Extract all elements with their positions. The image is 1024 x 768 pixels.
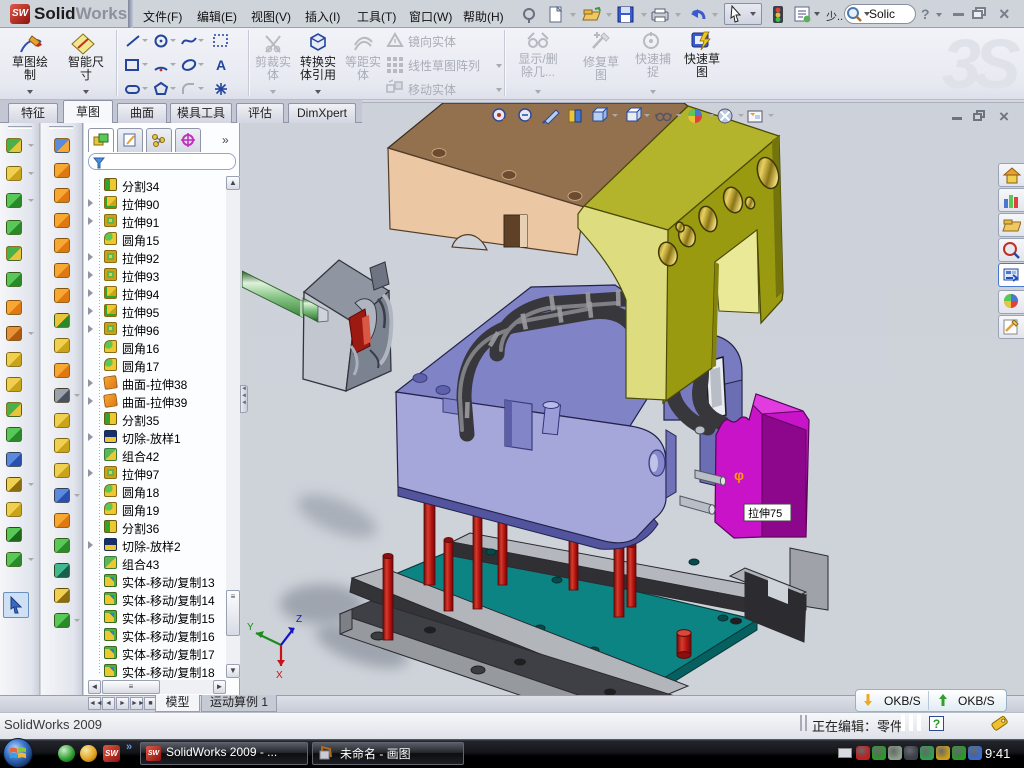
svg-text:A: A: [216, 57, 226, 73]
svg-text:拉伸75: 拉伸75: [748, 506, 782, 520]
svg-text:Z: Z: [296, 614, 302, 625]
svg-text:Y: Y: [247, 622, 254, 633]
svg-text:φ: φ: [734, 467, 744, 483]
svg-text:X: X: [276, 670, 283, 681]
